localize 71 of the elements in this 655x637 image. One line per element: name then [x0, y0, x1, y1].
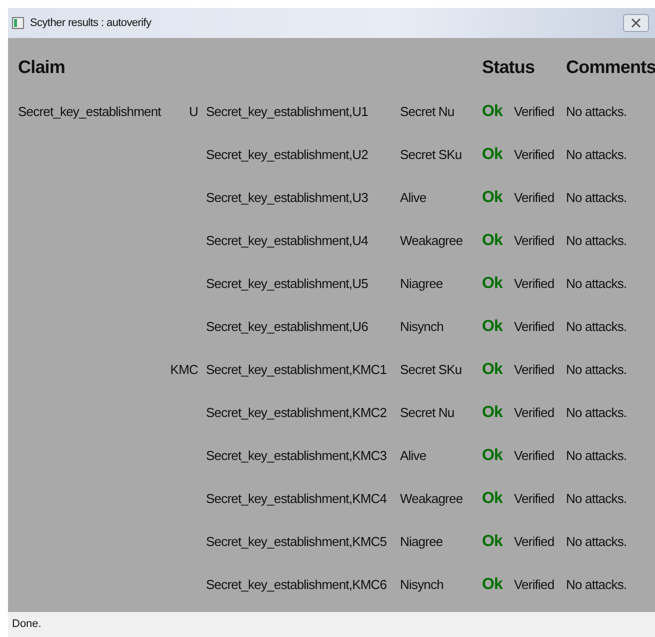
status-text: Ok: [482, 532, 503, 552]
status-text: Ok: [482, 316, 503, 336]
verdict-text: Verified: [514, 274, 554, 293]
claim-label: Secret_key_establishment,KMC4: [206, 490, 387, 508]
verdict-text: Verified: [514, 360, 554, 379]
claim-type: Weakagree: [400, 232, 463, 250]
claim-label: Secret_key_establishment,U1: [206, 102, 368, 121]
claim-type: Niagree: [400, 274, 443, 293]
verdict-text: Verified: [514, 446, 554, 465]
claim-type: Alive: [400, 188, 426, 207]
role-name: KMC: [170, 360, 198, 379]
verdict-text: Verified: [514, 404, 554, 422]
claim-name: Secret_key_establishment: [18, 102, 161, 121]
comment-text: No attacks.: [566, 318, 627, 336]
column-header: Comments: [566, 56, 655, 78]
comment-text: No attacks.: [566, 232, 627, 250]
status-text: Ok: [482, 188, 503, 208]
column-header: Status: [482, 56, 535, 78]
verdict-text: Verified: [514, 318, 554, 336]
status-text: Ok: [482, 230, 503, 250]
comment-text: No attacks.: [566, 274, 627, 293]
claim-type: Nisynch: [400, 318, 444, 336]
status-text: Ok: [482, 360, 503, 380]
claim-label: Secret_key_establishment,U5: [206, 274, 368, 293]
comment-text: No attacks.: [566, 532, 627, 551]
status-text: Ok: [482, 446, 503, 466]
claim-label: Secret_key_establishment,KMC6: [206, 576, 387, 594]
verdict-text: Verified: [514, 576, 554, 594]
claim-label: Secret_key_establishment,KMC3: [206, 446, 387, 465]
comment-text: No attacks.: [566, 360, 627, 379]
claim-label: Secret_key_establishment,U6: [206, 318, 368, 336]
verdict-text: Verified: [514, 532, 554, 551]
status-text: Ok: [482, 102, 503, 122]
claim-label: Secret_key_establishment,U3: [206, 188, 368, 207]
comment-text: No attacks.: [566, 102, 627, 121]
claim-type: Secret Nu: [400, 102, 454, 121]
comment-text: No attacks.: [566, 188, 627, 207]
comment-text: No attacks.: [566, 490, 627, 508]
claim-type: Secret Nu: [400, 404, 454, 422]
claim-type: Nisynch: [400, 576, 444, 594]
claim-label: Secret_key_establishment,KMC5: [206, 532, 387, 551]
role-name: U: [189, 102, 198, 121]
verdict-text: Verified: [514, 102, 554, 121]
claim-label: Secret_key_establishment,U2: [206, 146, 368, 164]
claim-label: Secret_key_establishment,KMC2: [206, 404, 387, 422]
claim-label: Secret_key_establishment,U4: [206, 232, 368, 250]
claim-type: Niagree: [400, 532, 443, 551]
verdict-text: Verified: [514, 490, 554, 508]
window-title: Scyther results : autoverify: [30, 16, 152, 31]
close-icon: [631, 18, 641, 28]
status-text: Ok: [482, 488, 503, 508]
verdict-text: Verified: [514, 188, 554, 207]
claim-type: Weakagree: [400, 490, 463, 508]
app-icon: [12, 17, 24, 29]
status-bar: Done.: [8, 612, 655, 637]
comment-text: No attacks.: [566, 404, 627, 422]
verdict-text: Verified: [514, 232, 554, 250]
status-text: Ok: [482, 402, 503, 422]
comment-text: No attacks.: [566, 146, 627, 164]
status-text: Ok: [482, 144, 503, 164]
claim-type: Alive: [400, 446, 426, 465]
status-text: Ok: [482, 274, 503, 294]
column-header: Claim: [18, 56, 66, 78]
comment-text: No attacks.: [566, 446, 627, 465]
claim-type: Secret SKu: [400, 146, 462, 164]
claim-type: Secret SKu: [400, 360, 462, 379]
status-text: Ok: [482, 574, 503, 594]
claim-label: Secret_key_establishment,KMC1: [206, 360, 387, 379]
close-button[interactable]: [623, 14, 649, 32]
verdict-text: Verified: [514, 146, 554, 164]
comment-text: No attacks.: [566, 576, 627, 594]
